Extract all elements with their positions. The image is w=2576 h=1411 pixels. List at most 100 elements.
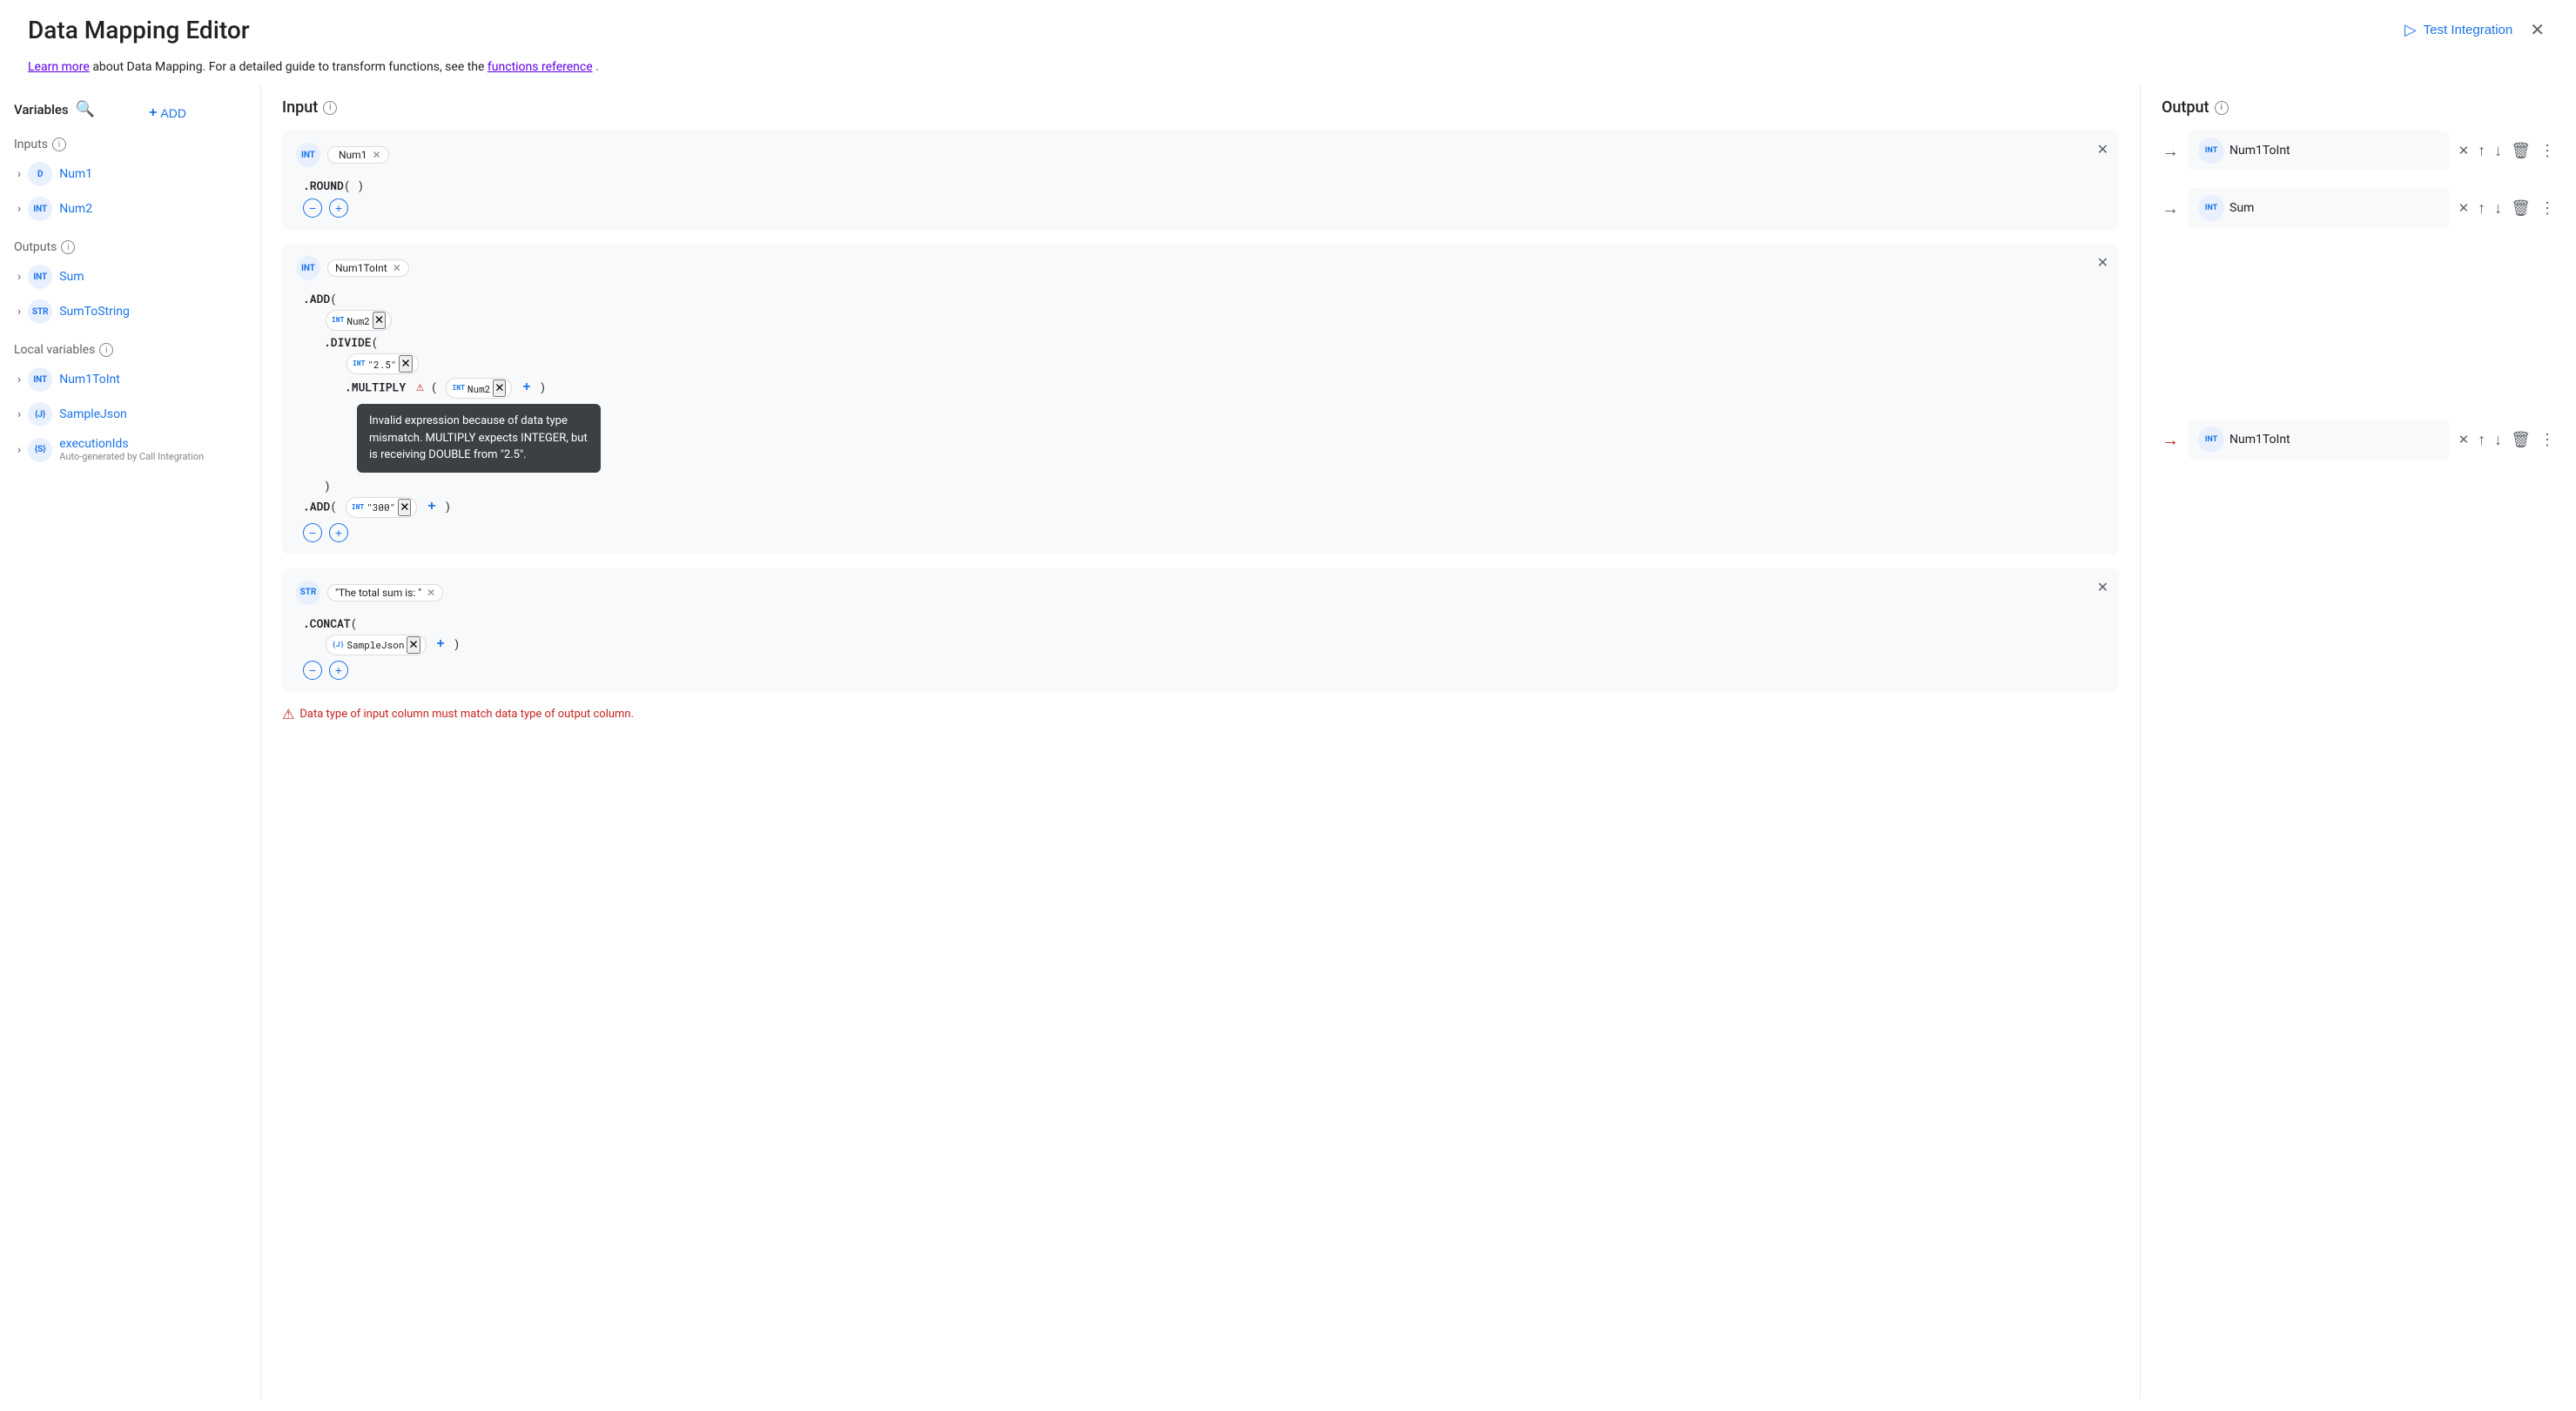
- arrow-icon-1: →: [2162, 140, 2179, 162]
- variables-header: Variables 🔍: [14, 98, 97, 120]
- chevron-right-icon: ›: [17, 305, 21, 319]
- output-row-1: → INT Num1ToInt ✕ ↑ ↓ 🗑 ⋮: [2162, 131, 2555, 171]
- remove-tag-totalsumis[interactable]: ✕: [425, 587, 435, 599]
- output-more-btn-3[interactable]: ⋮: [2539, 431, 2555, 449]
- input-block-header-1: INT Num1 ✕: [296, 143, 2105, 167]
- remove-inline-2-5[interactable]: ✕: [399, 355, 412, 373]
- output-down-btn-1[interactable]: ↓: [2494, 142, 2502, 160]
- sidebar-item-executionids[interactable]: › {S} executionIds Auto-generated by Cal…: [14, 432, 246, 467]
- input-block-header-2: INT Num1ToInt ✕: [296, 256, 2105, 280]
- sidebar-item-num1[interactable]: › D Num1: [14, 157, 246, 191]
- output-more-btn-2[interactable]: ⋮: [2539, 199, 2555, 218]
- sidebar-item-samplejson[interactable]: › {J} SampleJson: [14, 397, 246, 432]
- info-bar: Learn more about Data Mapping. For a det…: [0, 53, 2576, 84]
- plus-button-1[interactable]: +: [329, 198, 348, 218]
- test-integration-button[interactable]: ▷ Test Integration: [2404, 21, 2512, 39]
- code-multiply-line: .MULTIPLY ⚠ ( INT Num2 ✕ + ): [338, 376, 2105, 400]
- sidebar-item-sum[interactable]: › INT Sum: [14, 259, 246, 294]
- var-name-executionids: executionIds: [59, 437, 128, 451]
- output-up-btn-1[interactable]: ↑: [2478, 142, 2485, 160]
- output-row-2: → INT Sum ✕ ↑ ↓ 🗑 ⋮: [2162, 188, 2555, 228]
- output-tag-sum: INT Sum: [2188, 188, 2450, 228]
- chevron-right-icon: ›: [17, 202, 21, 216]
- minus-button-3[interactable]: −: [303, 661, 322, 680]
- error-row: ⚠ Data type of input column must match d…: [282, 706, 2119, 722]
- remove-inline-samplejson[interactable]: ✕: [407, 636, 420, 654]
- chevron-right-icon: ›: [17, 270, 21, 284]
- sidebar-item-sumtostring[interactable]: › STR SumToString: [14, 294, 246, 329]
- inline-tag-2-5: INT "2.5" ✕: [346, 353, 419, 374]
- executionids-subtext: Auto-generated by Call Integration: [59, 451, 204, 462]
- remove-inline-num2-multiply[interactable]: ✕: [493, 380, 506, 397]
- var-tag-totalsumis: "The total sum is: " ✕: [327, 584, 443, 601]
- chevron-right-icon: ›: [17, 443, 21, 457]
- output-type-badge-2: INT: [2198, 195, 2224, 221]
- output-trash-btn-2[interactable]: 🗑: [2511, 199, 2531, 218]
- output-trash-btn-3[interactable]: 🗑: [2511, 431, 2531, 449]
- add-minus-row-2: − +: [296, 523, 2105, 542]
- input-block-num1toint: INT Num1ToInt ✕ .ADD( INT Num2 ✕ .DIVIDE…: [282, 244, 2119, 554]
- var-name-num2: Num2: [59, 202, 92, 216]
- learn-more-link[interactable]: Learn more: [28, 60, 90, 74]
- add-icon: +: [149, 105, 157, 121]
- output-col-header: Output i: [2162, 98, 2555, 117]
- type-badge-int-block2: INT: [296, 256, 320, 280]
- var-tag-num1toint: Num1ToInt ✕: [327, 259, 409, 277]
- block-close-button-3[interactable]: ✕: [2097, 579, 2109, 596]
- plus-button-2[interactable]: +: [329, 523, 348, 542]
- output-more-btn-1[interactable]: ⋮: [2539, 142, 2555, 160]
- minus-button-2[interactable]: −: [303, 523, 322, 542]
- remove-inline-300[interactable]: ✕: [398, 499, 411, 516]
- output-up-btn-3[interactable]: ↑: [2478, 431, 2485, 449]
- inline-plus-multiply[interactable]: +: [521, 380, 532, 395]
- remove-tag-num1[interactable]: ✕: [370, 149, 380, 161]
- var-name-num1: Num1: [59, 167, 92, 181]
- output-tag-num1toint-1: INT Num1ToInt: [2188, 131, 2450, 171]
- output-type-badge-1: INT: [2198, 138, 2224, 164]
- sidebar-item-num2[interactable]: › INT Num2: [14, 191, 246, 226]
- remove-tag-num1toint[interactable]: ✕: [391, 262, 401, 274]
- sidebar-item-num1toint[interactable]: › INT Num1ToInt: [14, 362, 246, 397]
- search-button[interactable]: 🔍: [74, 98, 97, 120]
- type-badge-str-block3: STR: [296, 581, 320, 605]
- output-trash-btn-1[interactable]: 🗑: [2511, 142, 2531, 160]
- add-variable-button[interactable]: + ADD: [149, 105, 186, 121]
- output-close-btn-1[interactable]: ✕: [2458, 143, 2470, 158]
- block-close-button-1[interactable]: ✕: [2097, 141, 2109, 158]
- functions-reference-link[interactable]: functions reference: [488, 60, 593, 74]
- type-badge-int: INT: [28, 367, 52, 392]
- minus-button-1[interactable]: −: [303, 198, 322, 218]
- code-add-close-line: .ADD( INT "300" ✕ + ): [296, 495, 2105, 520]
- input-col-header: Input i: [282, 98, 2119, 117]
- output-up-btn-2[interactable]: ↑: [2478, 199, 2485, 218]
- plus-button-3[interactable]: +: [329, 661, 348, 680]
- output-close-btn-3[interactable]: ✕: [2458, 432, 2470, 447]
- close-button[interactable]: ✕: [2526, 16, 2548, 44]
- code-2-5-tag-line: INT "2.5" ✕: [338, 352, 2105, 376]
- inputs-info-icon: i: [52, 138, 66, 151]
- output-tag-num1toint-3: INT Num1ToInt: [2188, 420, 2450, 460]
- inputs-section-label: Inputs i: [14, 138, 246, 151]
- output-down-btn-2[interactable]: ↓: [2494, 199, 2502, 218]
- local-vars-info-icon: i: [99, 343, 113, 357]
- output-tag-inner-3: INT Num1ToInt: [2198, 427, 2439, 453]
- arrow-icon-2: →: [2162, 198, 2179, 219]
- inline-tag-samplejson: {J} SampleJson ✕: [326, 635, 427, 655]
- type-badge-d: D: [28, 162, 52, 186]
- type-badge-s: {S}: [28, 438, 52, 462]
- block-close-button-2[interactable]: ✕: [2097, 254, 2109, 272]
- multiply-error-icon: ⚠: [416, 378, 424, 395]
- type-badge-j: {J}: [28, 402, 52, 427]
- code-num2-tag-line: INT Num2 ✕: [317, 308, 2105, 333]
- output-close-btn-2[interactable]: ✕: [2458, 200, 2470, 216]
- code-divide-open: .DIVIDE(: [317, 333, 2105, 352]
- play-icon: ▷: [2404, 21, 2417, 39]
- inline-plus-300[interactable]: +: [426, 499, 437, 514]
- arrow-icon-red-3: →: [2162, 429, 2179, 451]
- code-concat-open: .CONCAT(: [296, 614, 2105, 633]
- output-down-btn-3[interactable]: ↓: [2494, 431, 2502, 449]
- remove-inline-num2[interactable]: ✕: [373, 312, 386, 329]
- inline-plus-samplejson[interactable]: +: [434, 636, 446, 652]
- output-row-3: → INT Num1ToInt ✕ ↑ ↓ 🗑 ⋮: [2162, 420, 2555, 460]
- output-tag-inner-1: INT Num1ToInt: [2198, 138, 2439, 164]
